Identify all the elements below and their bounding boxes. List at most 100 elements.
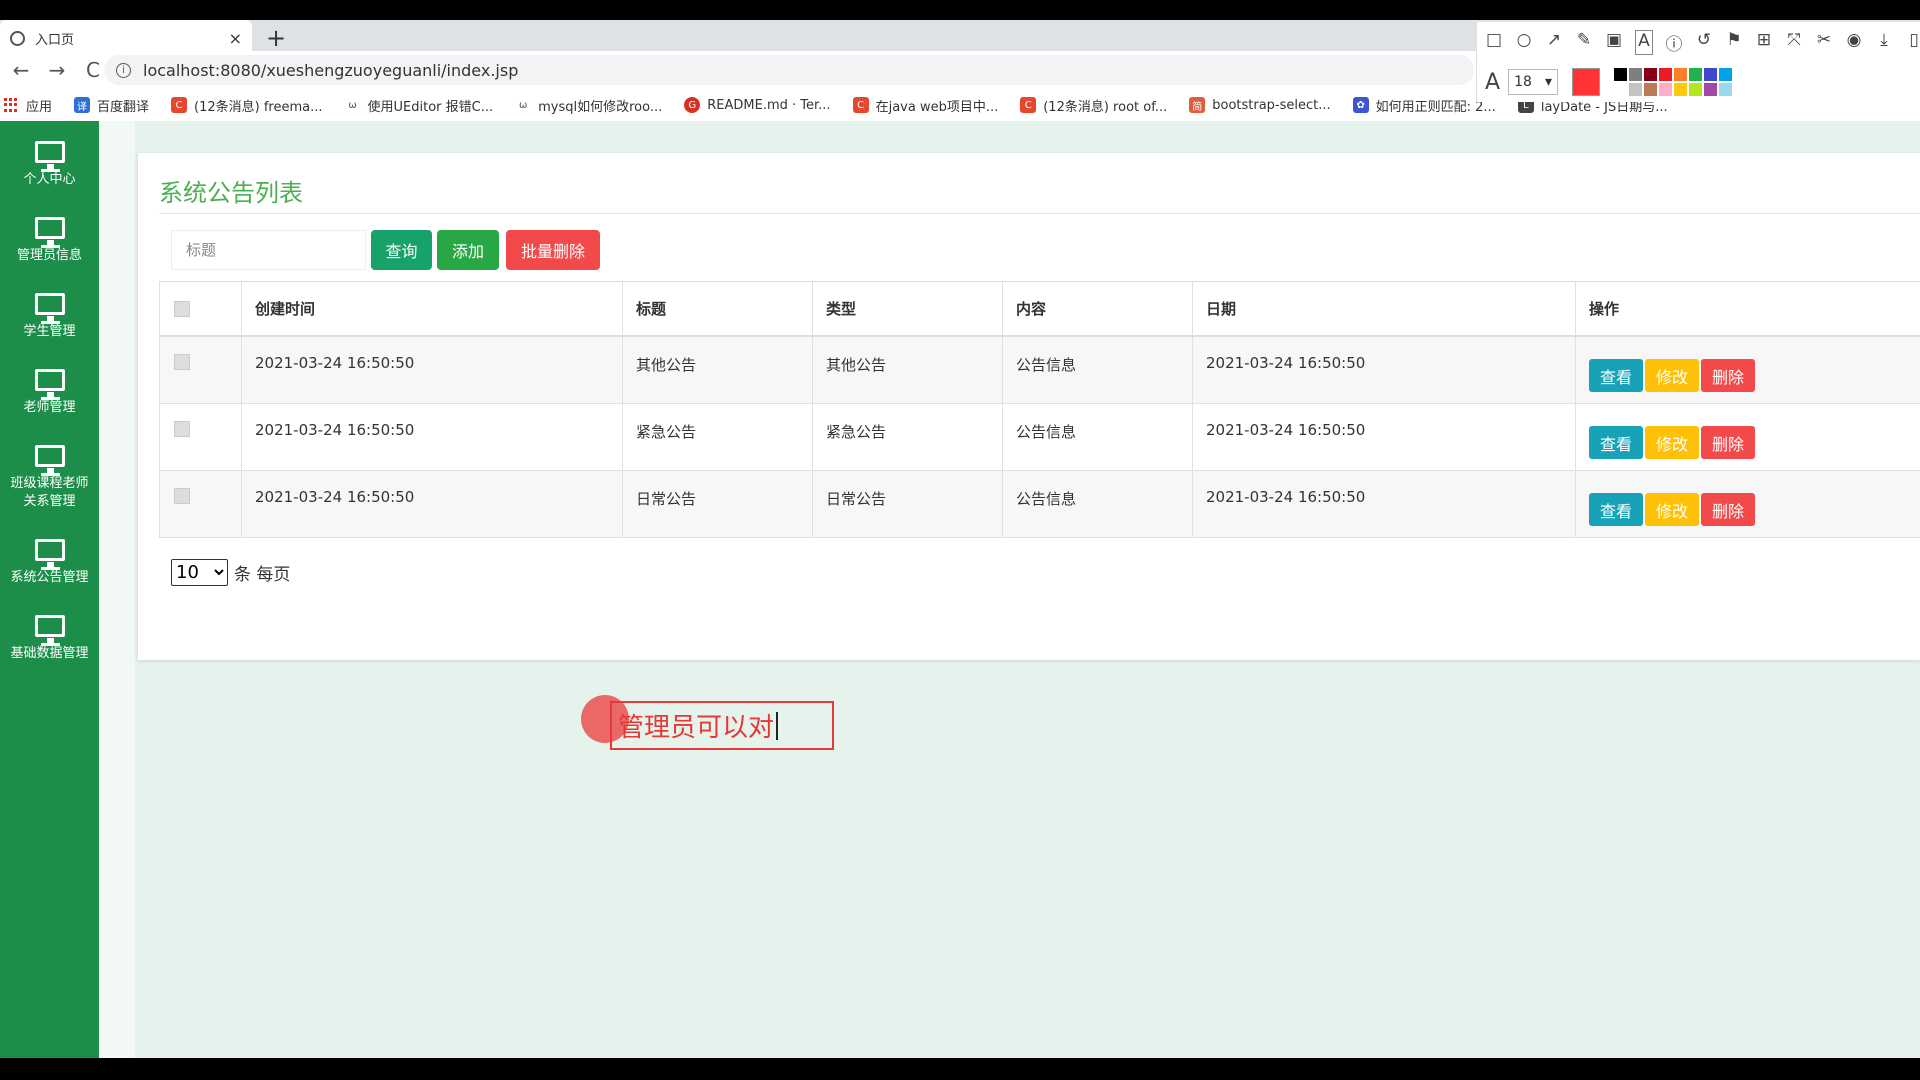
sidebar-item-student-management[interactable]: 学生管理 <box>0 265 99 341</box>
tab-close-icon[interactable]: × <box>229 29 242 48</box>
row-checkbox[interactable] <box>174 354 190 370</box>
type-cell: 其他公告 <box>812 337 1002 403</box>
info-icon[interactable]: i <box>116 62 131 78</box>
bookmark-apps[interactable]: 应用 <box>4 96 52 115</box>
pen-tool-icon[interactable]: ✎ <box>1575 30 1593 55</box>
monitor-icon <box>34 615 65 646</box>
forward-button[interactable]: → <box>42 58 72 82</box>
title-search-input[interactable] <box>171 230 366 270</box>
sidebar-item-admin-info[interactable]: 管理员信息 <box>0 189 99 265</box>
batch-delete-button[interactable]: 批量删除 <box>506 230 600 270</box>
delete-button[interactable]: 删除 <box>1701 426 1755 459</box>
globe-icon <box>10 31 25 46</box>
bookmark-item[interactable]: ω mysql如何修改roo... <box>515 96 662 115</box>
monitor-icon <box>34 141 65 172</box>
color-swatch[interactable] <box>1644 83 1658 96</box>
copy-icon[interactable]: ▯ <box>1905 30 1920 55</box>
sidebar-item-label: 基础数据管理 <box>10 646 89 661</box>
edit-button[interactable]: 修改 <box>1645 359 1699 392</box>
column-header[interactable]: 标题 <box>622 282 812 335</box>
row-select-cell <box>159 471 241 537</box>
column-header[interactable]: 创建时间 <box>241 282 622 335</box>
color-swatch[interactable] <box>1644 68 1658 81</box>
tab-title: 入口页 <box>35 33 75 48</box>
page-size-suffix: 条 每页 <box>234 565 291 585</box>
bookmark-item[interactable]: C 在java web项目中... <box>852 96 999 115</box>
arrow-tool-icon[interactable]: ↗ <box>1545 30 1563 55</box>
delete-button[interactable]: 删除 <box>1701 359 1755 392</box>
edit-button[interactable]: 修改 <box>1645 426 1699 459</box>
color-swatch[interactable] <box>1614 83 1628 96</box>
bookmark-label: mysql如何修改roo... <box>538 99 663 115</box>
sidebar-item-label: 班级课程老师关系管理 <box>10 476 89 509</box>
row-checkbox[interactable] <box>174 421 190 437</box>
color-swatch[interactable] <box>1674 83 1688 96</box>
delete-button[interactable]: 删除 <box>1701 493 1755 526</box>
monitor-icon <box>34 293 65 324</box>
view-button[interactable]: 查看 <box>1589 493 1643 526</box>
bookmark-item[interactable]: C (12条消息) freema... <box>171 96 323 115</box>
view-button[interactable]: 查看 <box>1589 359 1643 392</box>
color-swatch[interactable] <box>1719 68 1733 81</box>
rectangle-tool-icon[interactable]: □ <box>1485 30 1503 55</box>
font-size-select[interactable]: 18 ▾ <box>1508 69 1559 95</box>
bookmark-item[interactable]: ω 使用UEditor 报错C... <box>344 96 493 115</box>
add-button[interactable]: 添加 <box>437 230 499 270</box>
color-swatch[interactable] <box>1704 83 1718 96</box>
sidebar-item-notice-management[interactable]: 系统公告管理 <box>0 511 99 587</box>
color-palette <box>1614 68 1733 96</box>
color-swatch[interactable] <box>1689 68 1703 81</box>
pin-icon[interactable]: ⚑ <box>1725 30 1743 55</box>
row-checkbox[interactable] <box>174 488 190 504</box>
ocr-icon[interactable]: ⊞ <box>1755 30 1773 55</box>
bookmark-item[interactable]: G README.md · Ter... <box>684 97 831 113</box>
number-tool-icon[interactable]: ⓘ <box>1665 30 1683 55</box>
new-tab-button[interactable]: + <box>266 24 286 52</box>
bookmark-label: 应用 <box>26 99 53 115</box>
sidebar-item-label: 学生管理 <box>23 324 76 339</box>
sidebar-item-label: 老师管理 <box>23 400 76 415</box>
sidebar-item-basic-data[interactable]: 基础数据管理 <box>0 587 99 663</box>
mosaic-tool-icon[interactable]: ▣ <box>1605 30 1623 55</box>
fullscreen-icon[interactable]: ⤧ <box>1785 30 1803 55</box>
content-cell: 公告信息 <box>1002 404 1192 470</box>
color-swatch[interactable] <box>1689 83 1703 96</box>
bookmark-item[interactable]: 简 bootstrap-select... <box>1189 97 1331 113</box>
bookmark-item[interactable]: ✿ 如何用正则匹配: 2... <box>1352 96 1496 115</box>
column-header[interactable]: 类型 <box>812 282 1002 335</box>
color-swatch[interactable] <box>1704 68 1718 81</box>
query-button[interactable]: 查询 <box>371 230 432 270</box>
back-button[interactable]: ← <box>6 58 36 82</box>
color-swatch[interactable] <box>1719 83 1733 96</box>
bookmark-item[interactable]: C (12条消息) root of... <box>1020 96 1167 115</box>
color-swatch[interactable] <box>1659 83 1673 96</box>
bookmark-item[interactable]: 译百度翻译 <box>74 96 149 115</box>
text-tool-icon[interactable]: A <box>1635 30 1653 55</box>
column-header[interactable]: 内容 <box>1002 282 1192 335</box>
color-swatch[interactable] <box>1614 68 1628 81</box>
color-swatch[interactable] <box>1629 68 1643 81</box>
column-header[interactable]: 日期 <box>1192 282 1575 335</box>
bookmark-label: 在java web项目中... <box>875 99 999 115</box>
color-swatch[interactable] <box>1629 83 1643 96</box>
record-icon[interactable]: ◉ <box>1845 30 1863 55</box>
page-size-select[interactable]: 10 <box>171 559 228 586</box>
notice-table: 创建时间 标题 类型 内容 日期 操作 2021-03-24 16:50:50 … <box>159 281 1920 538</box>
edit-button[interactable]: 修改 <box>1645 493 1699 526</box>
sidebar-item-teacher-management[interactable]: 老师管理 <box>0 341 99 417</box>
color-swatch[interactable] <box>1659 68 1673 81</box>
view-button[interactable]: 查看 <box>1589 426 1643 459</box>
color-swatch[interactable] <box>1674 68 1688 81</box>
ellipse-tool-icon[interactable]: ○ <box>1515 30 1533 55</box>
download-icon[interactable]: ⤓ <box>1875 30 1893 55</box>
address-bar[interactable]: i localhost:8080/xueshengzuoyeguanli/ind… <box>104 55 1474 85</box>
scissors-icon[interactable]: ✂ <box>1815 30 1833 55</box>
annotation-text-box[interactable]: 管理员可以对 <box>610 701 834 750</box>
sidebar-item-personal-center[interactable]: 个人中心 <box>0 121 99 189</box>
notice-list-card: 系统公告列表 查询 添加 批量删除 创建时间 标题 类型 内容 日期 操作 20… <box>138 153 1920 660</box>
current-color-swatch[interactable] <box>1572 68 1601 96</box>
sidebar: 个人中心 管理员信息 学生管理 老师管理 班级课程老师关系管理 系统公告管理 基… <box>0 121 99 1058</box>
undo-icon[interactable]: ↺ <box>1695 30 1713 55</box>
sidebar-item-class-course-teacher[interactable]: 班级课程老师关系管理 <box>0 417 99 511</box>
select-all-checkbox[interactable] <box>174 300 190 317</box>
